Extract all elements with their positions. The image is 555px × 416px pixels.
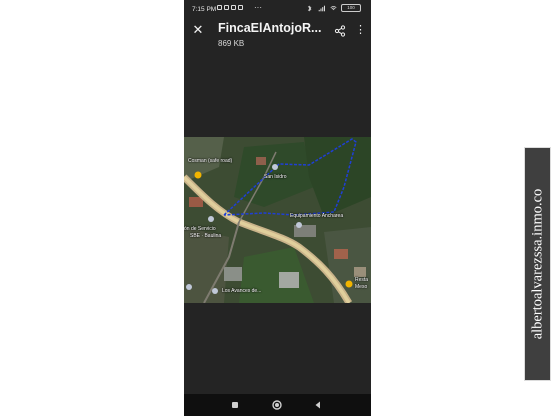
chat-icon xyxy=(231,5,236,10)
recents-square-icon[interactable] xyxy=(229,399,241,411)
status-time: 7:15 PM xyxy=(192,6,217,13)
status-bar: 7:15 PM ··· 100 xyxy=(184,0,371,18)
map-label: SBE · Baulina xyxy=(190,233,222,239)
status-more: ··· xyxy=(254,3,262,12)
whatsapp-icon xyxy=(224,5,229,10)
map-label: ón de Servicio xyxy=(184,226,216,232)
watermark-text: albertoalvarezssa.inmo.co xyxy=(529,188,545,340)
wifi-icon xyxy=(330,5,337,10)
file-title: FincaElAntojoR... xyxy=(218,21,322,35)
map-label: Equipamiento Ancharea xyxy=(290,213,344,219)
trash-icon xyxy=(238,5,243,10)
back-triangle-icon[interactable] xyxy=(312,399,324,411)
battery-icon: 100 xyxy=(341,4,361,12)
bluetooth-icon xyxy=(307,5,312,11)
alarm-icon xyxy=(217,5,222,10)
file-size: 869 KB xyxy=(218,39,245,48)
viewer-top-bar: ✕ FincaElAntojoR... 869 KB ⋮ xyxy=(184,18,371,52)
map-label: Meso xyxy=(355,284,368,290)
phone-screen: 7:15 PM ··· 100 ✕ FincaElAntojoR... 869 … xyxy=(184,0,371,416)
watermark: albertoalvarezssa.inmo.co xyxy=(524,147,551,381)
map-screenshot-image[interactable]: Cosman (safe road) San Isidro Equipamien… xyxy=(184,137,371,303)
system-nav-bar xyxy=(184,394,371,416)
map-label: San Isidro xyxy=(264,174,287,180)
more-vert-icon[interactable]: ⋮ xyxy=(355,24,366,38)
home-circle-icon[interactable] xyxy=(271,399,283,411)
share-icon[interactable] xyxy=(334,25,346,37)
status-right-icons: 100 xyxy=(305,4,361,12)
map-label: Los Avances de... xyxy=(222,288,262,294)
notification-icons xyxy=(217,5,243,10)
map-label: Resta xyxy=(355,277,369,283)
close-icon[interactable]: ✕ xyxy=(192,23,204,36)
signal-icon xyxy=(318,5,325,11)
map-label: Cosman (safe road) xyxy=(188,158,233,164)
